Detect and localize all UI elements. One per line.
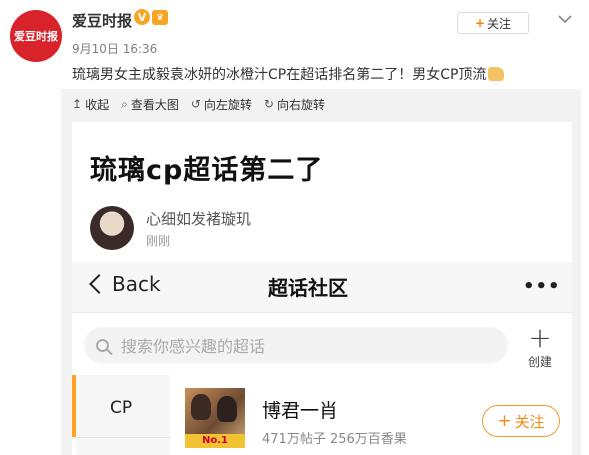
- member-badge-icon: ♛: [152, 10, 168, 25]
- avatar-text: 爱豆时报: [14, 30, 58, 43]
- rotate-right-button[interactable]: ↻ 向右旋转: [264, 96, 325, 113]
- post-text-content: 琉璃男女主成毅袁冰妍的冰橙汁CP在超话排名第二了！男女CP顶流: [72, 67, 487, 83]
- image-user-name: 心细如发褚璇玑: [146, 210, 252, 228]
- collapse-label: 收起: [85, 97, 110, 112]
- view-large-label: 查看大图: [130, 97, 179, 112]
- view-large-button[interactable]: ⌕ 查看大图: [121, 96, 179, 113]
- author-name[interactable]: 爱豆时报: [72, 10, 132, 31]
- image-toolbar: ↥ 收起 ⌕ 查看大图 ↺ 向左旋转 ↻ 向右旋转: [72, 96, 325, 112]
- image-back-button: Back: [88, 272, 161, 296]
- more-icon: •••: [523, 276, 561, 297]
- back-label: Back: [112, 272, 161, 296]
- thumbs-up-icon: [488, 67, 505, 81]
- search-placeholder: 搜索你感兴趣的超话: [121, 337, 266, 356]
- image-create-button: + 创建: [520, 324, 560, 370]
- category-cp: CP: [110, 398, 133, 418]
- post-time[interactable]: 9月10日 16:36: [72, 40, 157, 57]
- plus-icon: +: [528, 321, 552, 354]
- follow-label: 关注: [487, 16, 512, 31]
- image-search-bar: 搜索你感兴趣的超话: [84, 327, 508, 363]
- plus-icon: +: [497, 411, 512, 431]
- topic-thumbnail: No.1: [185, 388, 245, 448]
- topic-stats: 471万帖子 256万百香果: [262, 432, 407, 447]
- image-user-avatar: [90, 206, 134, 250]
- rotate-right-label: 向右旋转: [276, 97, 325, 112]
- author-avatar[interactable]: 爱豆时报: [10, 10, 62, 62]
- chevron-down-icon[interactable]: [556, 10, 574, 28]
- verified-icon: V: [134, 9, 150, 25]
- image-nav-title: 超话社区: [268, 276, 348, 300]
- rotate-left-label: 向左旋转: [203, 97, 252, 112]
- rotate-left-icon: ↺: [190, 97, 201, 111]
- rank-badge: No.1: [185, 434, 245, 448]
- image-post-title: 琉璃cp超话第二了: [90, 155, 324, 186]
- collapse-button[interactable]: ↥ 收起: [72, 96, 109, 113]
- category-active-indicator: [72, 375, 76, 437]
- image-user-time: 刚刚: [146, 234, 171, 248]
- search-icon: [96, 338, 109, 352]
- rotate-left-button[interactable]: ↺ 向左旋转: [191, 96, 252, 113]
- topic-follow-label: 关注: [514, 412, 545, 431]
- divider: [76, 437, 170, 438]
- topic-name: 博君一肖: [262, 400, 339, 422]
- collapse-icon: ↥: [72, 97, 83, 111]
- create-label: 创建: [527, 355, 552, 369]
- chevron-left-icon: [89, 274, 109, 294]
- plus-icon: +: [474, 16, 486, 30]
- topic-follow-button: + 关注: [482, 405, 560, 437]
- rotate-right-icon: ↻: [263, 97, 274, 111]
- follow-button[interactable]: + 关注: [457, 12, 529, 34]
- post-text: 琉璃男女主成毅袁冰妍的冰橙汁CP在超话排名第二了！男女CP顶流: [72, 64, 505, 84]
- zoom-icon: ⌕: [121, 96, 128, 111]
